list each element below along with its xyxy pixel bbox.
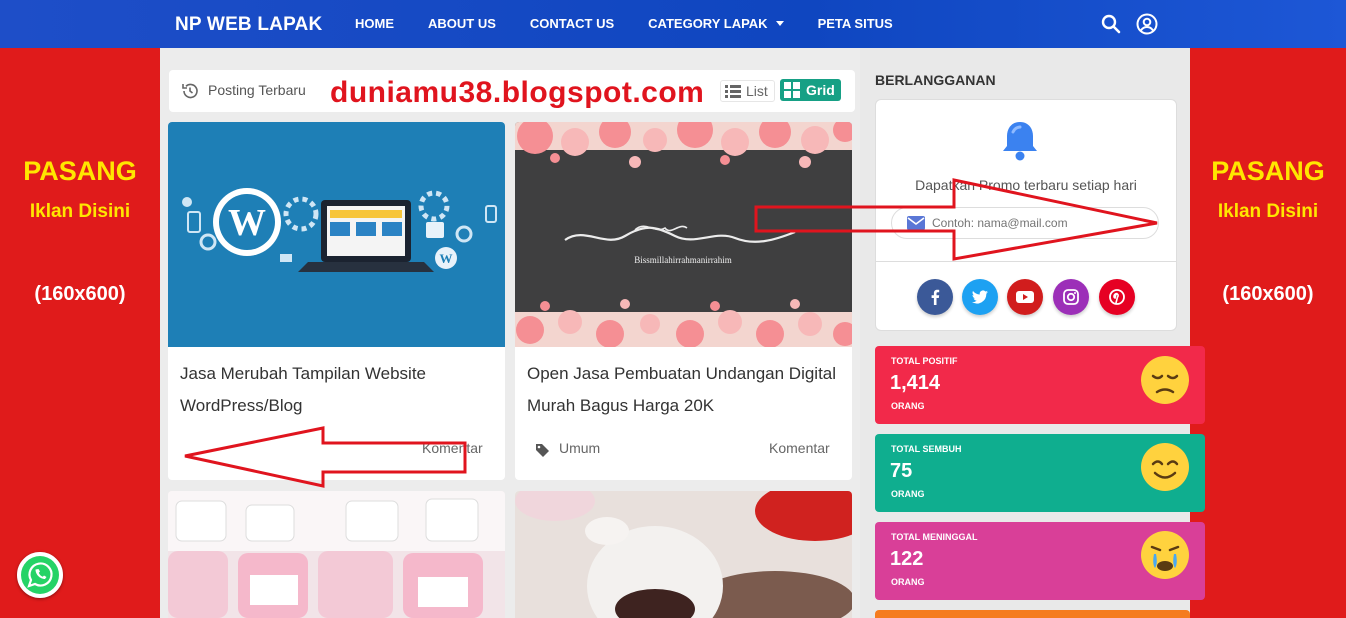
whatsapp-button[interactable] xyxy=(17,552,63,598)
post-category-link[interactable]: Umum xyxy=(559,440,600,456)
chevron-down-icon xyxy=(775,21,784,26)
card-image-caption: Bissmillahirrahmanirrahim xyxy=(634,255,731,265)
stat-value: 122 xyxy=(890,548,924,570)
latest-posts-label: Posting Terbaru xyxy=(208,82,306,98)
instagram-icon xyxy=(1063,289,1079,305)
svg-text:W: W xyxy=(440,251,453,266)
stat-value: 1,414 xyxy=(890,372,941,394)
list-icon xyxy=(725,85,741,98)
youtube-icon xyxy=(1016,291,1034,303)
crying-face-icon xyxy=(1141,531,1189,579)
stat-value: 75 xyxy=(890,460,913,482)
stat-label: TOTAL POSITIF xyxy=(891,356,958,366)
wordpress-laptop-image[interactable]: W W xyxy=(168,122,505,347)
nav-category-lapak[interactable]: CATEGORY LAPAK xyxy=(648,16,784,31)
right-ad-banner[interactable]: PASANG Iklan Disini (160x600) xyxy=(1190,48,1346,618)
stat-unit: ORANG xyxy=(891,577,925,587)
mail-icon xyxy=(907,216,925,230)
ad-headline: PASANG xyxy=(23,156,137,186)
left-ad-banner[interactable]: PASANG Iklan Disini (160x600) xyxy=(0,48,160,618)
instagram-button[interactable] xyxy=(1053,279,1089,315)
facebook-button[interactable] xyxy=(917,279,953,315)
sad-face-icon xyxy=(1141,356,1189,404)
nav-contact-us[interactable]: CONTACT US xyxy=(530,16,614,31)
ad-subline: Iklan Disini xyxy=(29,201,131,222)
top-navbar: NP WEB LAPAK HOME ABOUT US CONTACT US CA… xyxy=(0,0,1346,48)
facebook-icon xyxy=(931,289,940,305)
nav-category-label: CATEGORY LAPAK xyxy=(648,16,768,31)
svg-text:W: W xyxy=(228,202,266,244)
nav-peta-label: PETA SITUS xyxy=(817,16,893,31)
grid-icon xyxy=(784,82,800,98)
smile-face-icon xyxy=(1141,443,1189,491)
grid-view-label: Grid xyxy=(806,82,835,98)
email-field[interactable] xyxy=(891,207,1159,239)
stat-unit: ORANG xyxy=(891,401,925,411)
post-comments-link[interactable]: Komentar xyxy=(769,440,830,456)
ad-subline: Iklan Disini xyxy=(1217,201,1319,222)
nav-peta-situs[interactable]: PETA SITUS xyxy=(818,16,893,31)
post-card[interactable] xyxy=(168,491,505,618)
nav-contact-label: CONTACT US xyxy=(529,16,615,31)
post-card[interactable]: Bissmillahirrahmanirrahim Open Jasa Pemb… xyxy=(515,122,852,480)
list-view-button[interactable]: List xyxy=(720,80,775,102)
grid-view-button[interactable]: Grid xyxy=(780,79,841,101)
twitter-button[interactable] xyxy=(962,279,998,315)
search-icon[interactable] xyxy=(1099,12,1123,36)
floral-invitation-image[interactable]: Bissmillahirrahmanirrahim xyxy=(515,122,852,347)
ad-size: (160x600) xyxy=(34,283,126,305)
subscribe-promo-text: Dapatkan Promo terbaru setiap hari xyxy=(915,177,1137,193)
stat-label: TOTAL SEMBUH xyxy=(891,444,962,454)
watermark-text: duniamu38.blogspot.com xyxy=(330,76,705,109)
stat-unit: ORANG xyxy=(891,489,925,499)
list-view-label: List xyxy=(746,83,768,99)
post-comments-link[interactable]: Komentar xyxy=(422,440,483,456)
post-title[interactable]: Jasa Merubah Tampilan Website WordPress/… xyxy=(180,358,495,422)
twitter-icon xyxy=(972,290,988,304)
site-brand[interactable]: NP WEB LAPAK xyxy=(175,14,322,36)
bell-icon xyxy=(1003,122,1037,161)
tags-icon xyxy=(536,444,549,457)
bottles-image[interactable] xyxy=(168,491,505,618)
ad-headline: PASANG xyxy=(1211,156,1325,186)
ad-size: (160x600) xyxy=(1222,283,1314,305)
stat-card-next xyxy=(875,610,1190,618)
youtube-button[interactable] xyxy=(1007,279,1043,315)
post-card[interactable] xyxy=(515,491,852,618)
post-card[interactable]: W W Jasa Merubah Tampilan Website WordPr… xyxy=(168,122,505,480)
history-icon xyxy=(182,83,198,99)
pinterest-icon xyxy=(1109,289,1125,305)
food-image[interactable] xyxy=(515,491,852,618)
subscribe-heading: BERLANGGANAN xyxy=(875,72,996,88)
nav-home-label: HOME xyxy=(355,16,394,31)
post-title[interactable]: Open Jasa Pembuatan Undangan Digital Mur… xyxy=(527,358,842,422)
nav-about-label: ABOUT US xyxy=(428,16,496,31)
pinterest-button[interactable] xyxy=(1099,279,1135,315)
stat-label: TOTAL MENINGGAL xyxy=(891,532,978,542)
main-nav: HOME ABOUT US CONTACT US CATEGORY LAPAK … xyxy=(355,16,927,31)
divider xyxy=(876,261,1176,262)
nav-home[interactable]: HOME xyxy=(355,16,394,31)
user-icon[interactable] xyxy=(1135,12,1159,36)
whatsapp-icon xyxy=(21,556,59,594)
nav-about-us[interactable]: ABOUT US xyxy=(428,16,496,31)
